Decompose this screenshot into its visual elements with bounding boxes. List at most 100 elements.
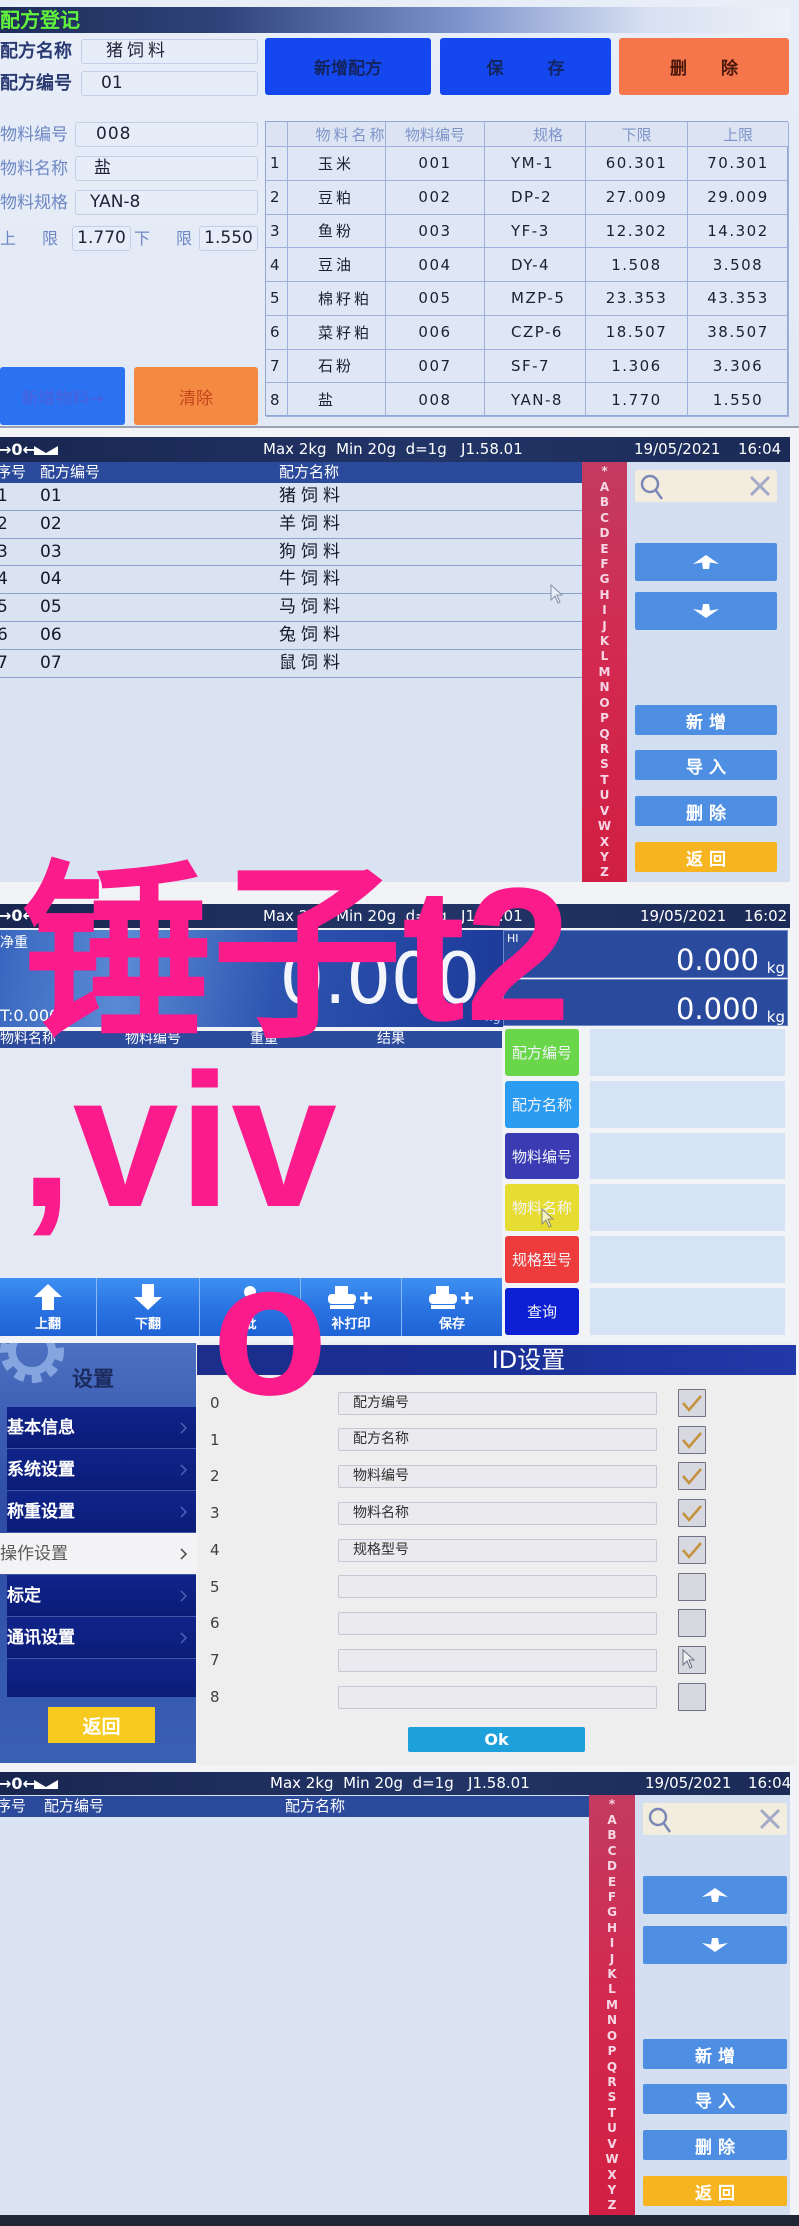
alphabet-letter[interactable]: N	[599, 681, 609, 693]
upper-limit-input[interactable]: 1.770	[72, 226, 131, 251]
alphabet-letter[interactable]: I	[610, 1937, 614, 1949]
table-cell[interactable]: 004	[386, 248, 485, 282]
alphabet-letter[interactable]: B	[600, 496, 609, 508]
alphabet-letter[interactable]: C	[608, 1845, 617, 1857]
new-recipe-button[interactable]: 新增配方	[265, 38, 431, 95]
alphabet-letter[interactable]: N	[607, 2014, 617, 2026]
search-input[interactable]	[635, 470, 777, 502]
alphabet-letter[interactable]: I	[602, 604, 606, 616]
alphabet-letter[interactable]: L	[601, 650, 609, 662]
alphabet-letter[interactable]: D	[600, 527, 610, 539]
alphabet-letter[interactable]: D	[607, 1860, 617, 1872]
alphabet-letter[interactable]: T	[600, 774, 608, 786]
menu-item-calibration[interactable]: 标定	[7, 1575, 196, 1617]
list-item[interactable]: 5 05 马饲料	[0, 594, 582, 622]
table-cell[interactable]: DY-4	[485, 248, 586, 282]
table-cell[interactable]: 1.770	[586, 383, 688, 417]
table-cell[interactable]: 1.306	[586, 349, 688, 384]
alphabet-letter[interactable]: Q	[607, 2061, 617, 2073]
save-button[interactable]: 保存	[402, 1278, 502, 1336]
menu-item-communication-settings[interactable]: 通讯设置	[7, 1617, 196, 1659]
id-field-checkbox[interactable]	[678, 1573, 706, 1601]
table-cell[interactable]: 玉米	[288, 147, 386, 181]
query-spec-field[interactable]	[590, 1236, 785, 1283]
table-cell[interactable]: YM-1	[485, 147, 586, 181]
table-cell[interactable]: 4	[266, 248, 288, 282]
query-recipe-code-button[interactable]: 配方编号	[505, 1029, 579, 1076]
table-cell[interactable]: 38.507	[688, 315, 789, 350]
add-material-button[interactable]: 新增物料→	[0, 367, 125, 425]
id-field-input[interactable]	[338, 1649, 657, 1672]
table-cell[interactable]: MZP-5	[485, 282, 586, 316]
table-cell[interactable]: 6	[266, 315, 288, 350]
alphabet-letter[interactable]: S	[608, 2091, 617, 2103]
alphabet-letter[interactable]: P	[600, 712, 609, 724]
table-cell[interactable]: 2	[266, 180, 288, 215]
scroll-up-button[interactable]	[635, 543, 777, 581]
table-cell[interactable]: 鱼粉	[288, 214, 386, 249]
delete-button[interactable]: 删除	[619, 38, 789, 95]
table-cell[interactable]: 棉籽粕	[288, 282, 386, 316]
menu-item-basic-info[interactable]: 基本信息	[7, 1407, 196, 1449]
table-cell[interactable]: 18.507	[586, 315, 688, 350]
table-cell[interactable]: 60.301	[586, 147, 688, 181]
alphabet-letter[interactable]: Q	[599, 728, 609, 740]
list-item[interactable]: 2 02 羊饲料	[0, 511, 582, 539]
table-cell[interactable]: DP-2	[485, 180, 586, 215]
alphabet-letter[interactable]: F	[608, 1891, 616, 1903]
table-cell[interactable]: 3.508	[688, 248, 789, 282]
id-field-checkbox[interactable]	[678, 1609, 706, 1637]
query-recipe-name-field[interactable]	[590, 1081, 785, 1128]
table-cell[interactable]: 3	[266, 214, 288, 249]
alphabet-letter[interactable]: H	[599, 589, 609, 601]
alphabet-letter[interactable]: *	[601, 465, 607, 477]
search-input[interactable]	[643, 1803, 787, 1835]
menu-item-system-settings[interactable]: 系统设置	[7, 1449, 196, 1491]
alphabet-letter[interactable]: F	[600, 558, 608, 570]
material-name-input[interactable]: 盐	[75, 156, 258, 181]
table-cell[interactable]: 43.353	[688, 282, 789, 316]
table-cell[interactable]: 005	[386, 282, 485, 316]
alphabet-letter[interactable]: Z	[608, 2199, 617, 2211]
menu-item-weighing-settings[interactable]: 称重设置	[7, 1491, 196, 1533]
clear-search-icon[interactable]	[749, 475, 771, 497]
query-material-name-field[interactable]	[590, 1184, 785, 1231]
id-field-checkbox[interactable]	[678, 1462, 706, 1490]
alphabet-letter[interactable]: E	[608, 1876, 616, 1888]
table-cell[interactable]: 7	[266, 349, 288, 384]
scroll-down-button[interactable]	[643, 1926, 787, 1964]
list-item[interactable]: 6 06 兔饲料	[0, 622, 582, 650]
alphabet-letter[interactable]: T	[608, 2107, 616, 2119]
alphabet-letter[interactable]: L	[608, 1983, 616, 1995]
alphabet-letter[interactable]: O	[607, 2030, 617, 2042]
alphabet-letter[interactable]: G	[607, 1906, 617, 1918]
table-cell[interactable]: YAN-8	[485, 383, 586, 417]
new-button[interactable]: 新增	[643, 2039, 787, 2069]
id-field-input[interactable]: 配方编号	[338, 1392, 657, 1415]
back-button[interactable]: 返回	[643, 2176, 787, 2206]
alphabet-letter[interactable]: R	[600, 743, 609, 755]
table-cell[interactable]: 007	[386, 349, 485, 384]
id-field-input[interactable]: 规格型号	[338, 1539, 657, 1562]
table-cell[interactable]: 石粉	[288, 349, 386, 384]
delete-button[interactable]: 删除	[635, 796, 777, 826]
id-field-checkbox[interactable]	[678, 1499, 706, 1527]
table-cell[interactable]: 12.302	[586, 214, 688, 249]
table-cell[interactable]: 3.306	[688, 349, 789, 384]
table-cell[interactable]: 盐	[288, 383, 386, 417]
id-field-input[interactable]	[338, 1575, 657, 1598]
alphabet-letter[interactable]: O	[599, 697, 609, 709]
ok-button[interactable]: Ok	[408, 1727, 585, 1752]
alphabet-letter[interactable]: Y	[600, 851, 609, 863]
import-button[interactable]: 导入	[635, 750, 777, 780]
alphabet-letter[interactable]: B	[607, 1829, 616, 1841]
table-cell[interactable]: 1	[266, 147, 288, 181]
query-material-code-field[interactable]	[590, 1133, 785, 1179]
alphabet-letter[interactable]: J	[602, 620, 606, 632]
material-spec-input[interactable]: YAN-8	[75, 190, 258, 215]
alphabet-letter[interactable]: G	[600, 573, 610, 585]
alphabet-letter[interactable]: W	[605, 2153, 618, 2165]
id-field-checkbox[interactable]	[678, 1683, 706, 1711]
material-code-input[interactable]: 008	[75, 122, 258, 147]
id-field-checkbox[interactable]	[678, 1389, 706, 1417]
